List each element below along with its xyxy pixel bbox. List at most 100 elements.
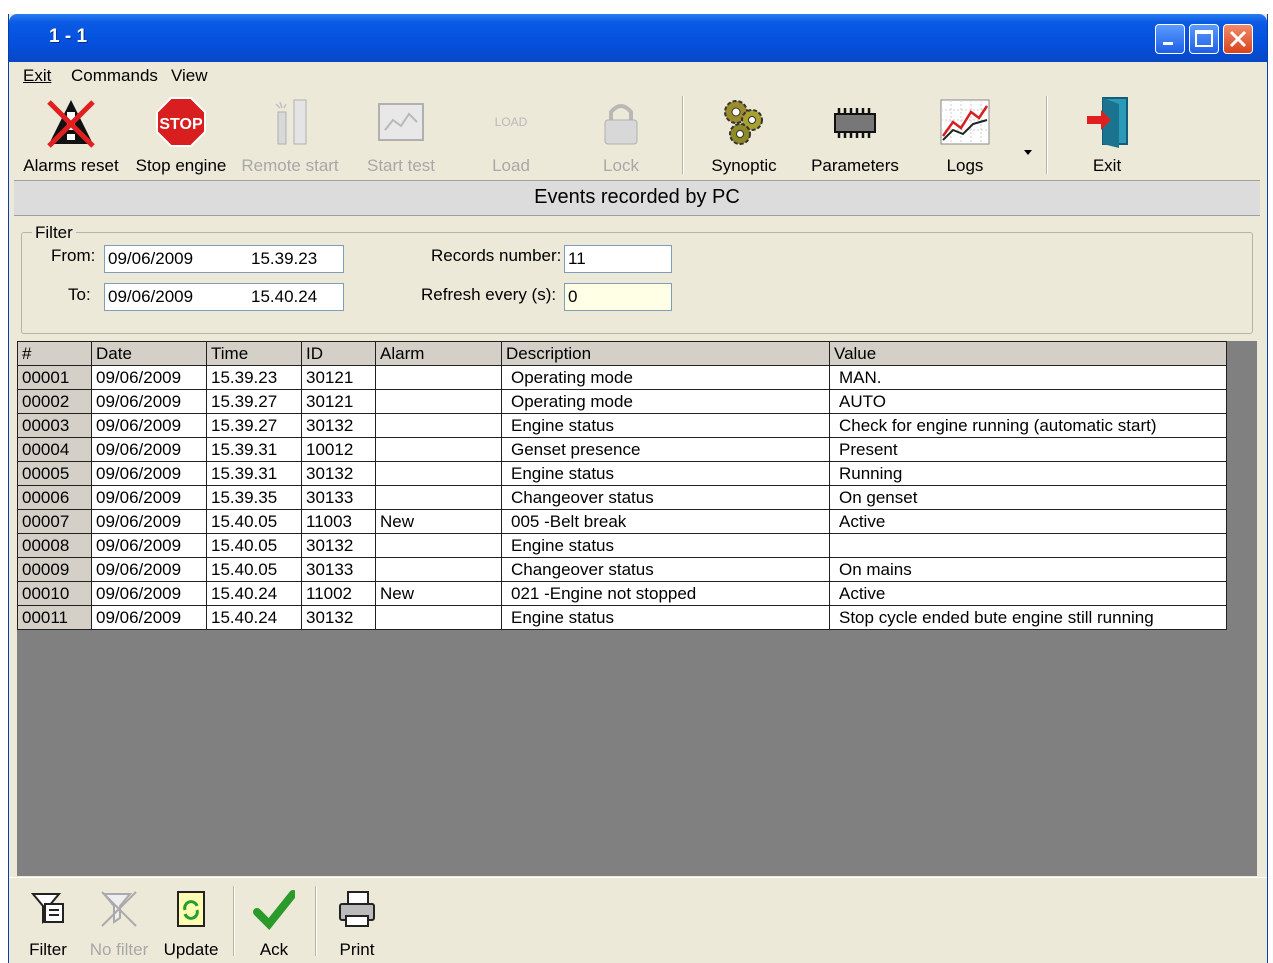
refresh-every-field[interactable]: 0 xyxy=(564,283,672,311)
date-cell: 09/06/2009 xyxy=(91,557,207,582)
synoptic-button[interactable]: Synoptic xyxy=(699,96,789,176)
date-cell: 09/06/2009 xyxy=(91,461,207,486)
column-header[interactable]: Time xyxy=(206,341,302,366)
column-header[interactable]: Value xyxy=(829,341,1227,366)
menu-view-label: View xyxy=(171,66,208,85)
alarms-reset-label: Alarms reset xyxy=(23,156,119,175)
remote-start-button[interactable]: Remote start xyxy=(239,96,341,176)
value-cell: On genset xyxy=(829,485,1227,510)
menu-commands[interactable]: Commands xyxy=(71,66,158,86)
svg-text:LOAD: LOAD xyxy=(495,115,528,129)
column-header[interactable]: # xyxy=(17,341,92,366)
column-header[interactable]: Date xyxy=(91,341,207,366)
time-cell: 15.39.27 xyxy=(206,389,302,414)
id-cell: 30121 xyxy=(301,389,376,414)
description-cell: Engine status xyxy=(501,461,830,486)
id-cell: 30121 xyxy=(301,365,376,390)
id-cell: 30132 xyxy=(301,461,376,486)
date-cell: 09/06/2009 xyxy=(91,413,207,438)
update-icon xyxy=(177,891,205,927)
remote-start-icon xyxy=(275,99,307,145)
chip-icon xyxy=(834,108,876,138)
main-toolbar: Alarms reset STOP Stop engine Remote sta… xyxy=(9,90,1267,180)
exit-button[interactable]: Exit xyxy=(1073,96,1141,176)
filter-button[interactable]: Filter xyxy=(21,888,75,959)
date-cell: 09/06/2009 xyxy=(91,485,207,510)
table-row[interactable]: 00006 09/06/2009 15.39.35 30133 Changeover s… xyxy=(17,485,1227,510)
refresh-every-label: Refresh every (s): xyxy=(421,285,557,304)
description-cell: Changeover status xyxy=(501,557,830,582)
time-cell: 15.40.05 xyxy=(206,557,302,582)
table-row[interactable]: 00003 09/06/2009 15.39.27 30132 Engine statu… xyxy=(17,413,1227,438)
row-number: 00008 xyxy=(17,533,92,558)
print-button[interactable]: Print xyxy=(331,888,383,959)
description-cell: Operating mode xyxy=(501,389,830,414)
no-filter-label: No filter xyxy=(89,940,149,959)
toolbar-separator xyxy=(1046,96,1048,174)
page-title: Events recorded by PC xyxy=(14,180,1260,216)
from-datetime-field[interactable]: 09/06/2009 15.39.23 xyxy=(104,245,344,273)
menu-bar: Exit Commands View xyxy=(9,62,1267,88)
table-row[interactable]: 00010 09/06/2009 15.40.24 11002 New 021 -Engi… xyxy=(17,581,1227,606)
ack-button[interactable]: Ack xyxy=(249,888,299,959)
load-button[interactable]: LOAD Load xyxy=(471,96,551,176)
description-cell: Engine status xyxy=(501,413,830,438)
menu-view[interactable]: View xyxy=(171,66,208,86)
exit-door-icon xyxy=(1087,97,1128,148)
description-cell: Changeover status xyxy=(501,485,830,510)
table-row[interactable]: 00008 09/06/2009 15.40.05 30132 Engine statu… xyxy=(17,533,1227,558)
stop-icon: STOP xyxy=(156,97,206,147)
close-button[interactable] xyxy=(1223,24,1253,54)
value-cell: On mains xyxy=(829,557,1227,582)
table-row[interactable]: 00001 09/06/2009 15.39.23 30121 Operating mo… xyxy=(17,365,1227,390)
update-button[interactable]: Update xyxy=(159,888,223,959)
toolbar-separator xyxy=(233,886,235,956)
menu-exit[interactable]: Exit xyxy=(23,66,51,86)
gears-icon xyxy=(724,100,763,145)
toolbar-separator xyxy=(682,96,684,174)
alarm-cell xyxy=(375,389,502,414)
filter-icon xyxy=(30,893,64,924)
no-filter-button[interactable]: No filter xyxy=(85,888,153,959)
column-header[interactable]: Description xyxy=(501,341,830,366)
stop-engine-button[interactable]: STOP Stop engine xyxy=(131,96,231,176)
table-row[interactable]: 00005 09/06/2009 15.39.31 30132 Engine statu… xyxy=(17,461,1227,486)
menu-exit-label: Exit xyxy=(23,66,52,85)
records-number-field[interactable]: 11 xyxy=(564,245,672,273)
table-row[interactable]: 00011 09/06/2009 15.40.24 30132 Engine statu… xyxy=(17,605,1227,630)
alarms-reset-button[interactable]: Alarms reset xyxy=(19,96,123,176)
exit-label: Exit xyxy=(1092,156,1122,175)
time-cell: 15.40.24 xyxy=(206,605,302,630)
lock-icon xyxy=(604,104,638,145)
maximize-button[interactable] xyxy=(1189,24,1219,54)
table-row[interactable]: 00009 09/06/2009 15.40.05 30133 Changeover s… xyxy=(17,557,1227,582)
parameters-button[interactable]: Parameters xyxy=(805,96,905,176)
alarm-cell xyxy=(375,461,502,486)
logs-dropdown-arrow[interactable] xyxy=(1023,142,1033,155)
lock-button[interactable]: Lock xyxy=(583,96,659,176)
to-datetime-field[interactable]: 09/06/2009 15.40.24 xyxy=(104,283,344,311)
alarm-cell xyxy=(375,605,502,630)
table-row[interactable]: 00007 09/06/2009 15.40.05 11003 New 005 -Belt… xyxy=(17,509,1227,534)
id-cell: 30132 xyxy=(301,605,376,630)
row-number: 00003 xyxy=(17,413,92,438)
start-test-button[interactable]: Start test xyxy=(355,96,447,176)
toolbar-separator xyxy=(315,886,317,956)
table-row[interactable]: 00002 09/06/2009 15.39.27 30121 Operating mo… xyxy=(17,389,1227,414)
alarm-cell xyxy=(375,365,502,390)
parameters-label: Parameters xyxy=(811,156,899,175)
logs-button[interactable]: Logs xyxy=(925,96,1005,176)
print-label: Print xyxy=(339,940,375,959)
description-cell: Engine status xyxy=(501,605,830,630)
row-number: 00004 xyxy=(17,437,92,462)
start-test-label: Start test xyxy=(366,156,436,175)
minimize-button[interactable] xyxy=(1155,24,1185,54)
column-header[interactable]: Alarm xyxy=(375,341,502,366)
id-cell: 30132 xyxy=(301,533,376,558)
alarm-cell xyxy=(375,485,502,510)
synoptic-label: Synoptic xyxy=(711,156,777,175)
table-row[interactable]: 00004 09/06/2009 15.39.31 10012 Genset prese… xyxy=(17,437,1227,462)
column-header[interactable]: ID xyxy=(301,341,376,366)
alarm-cell: New xyxy=(375,581,502,606)
title-bar[interactable]: 1 - 1 xyxy=(9,14,1267,62)
